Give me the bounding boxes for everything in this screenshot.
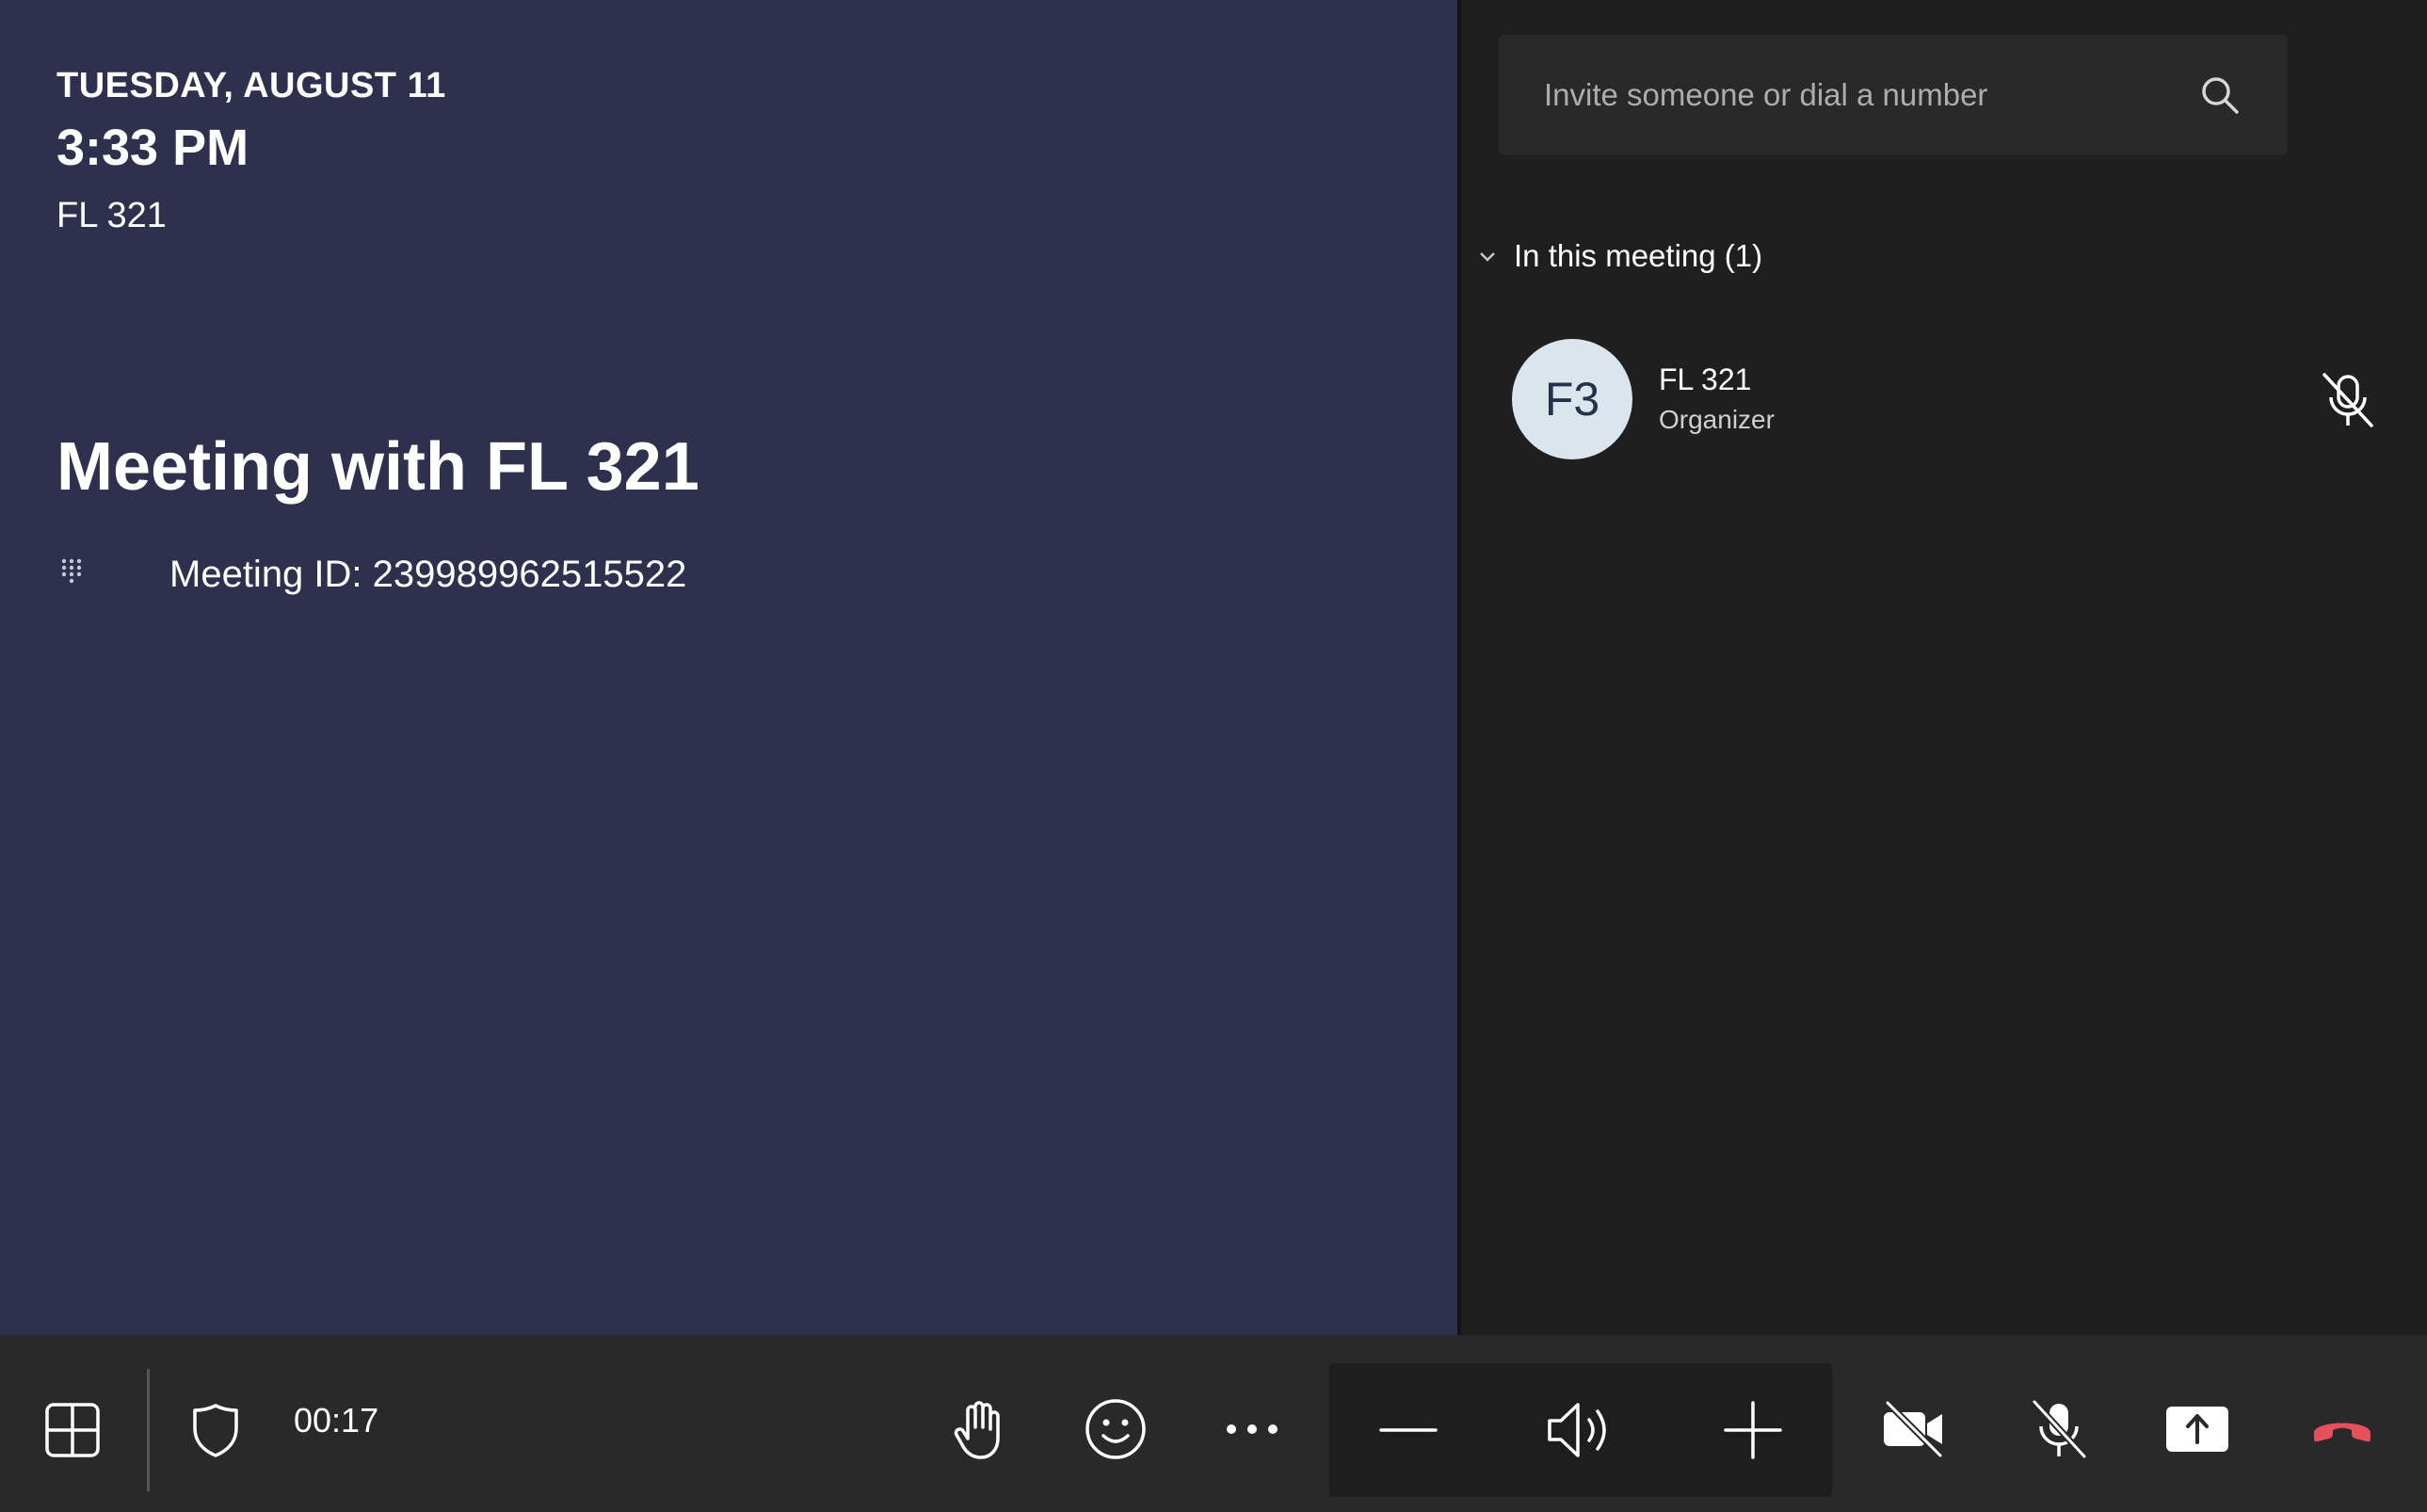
camera-off-icon[interactable] bbox=[1876, 1391, 1952, 1467]
participant-row[interactable]: F3 FL 321 Organizer bbox=[1461, 334, 2427, 466]
invite-search-box bbox=[1499, 35, 2288, 155]
call-toolbar: 00:17 bbox=[0, 1335, 2427, 1512]
chevron-down-icon bbox=[1476, 245, 1499, 267]
layout-grid-icon[interactable] bbox=[38, 1395, 107, 1465]
participant-role: Organizer bbox=[1659, 405, 1775, 434]
invite-search-input[interactable] bbox=[1542, 76, 2192, 114]
in-meeting-section-label: In this meeting (1) bbox=[1514, 238, 1763, 273]
speaker-icon[interactable] bbox=[1542, 1392, 1617, 1468]
more-options-icon[interactable] bbox=[1214, 1391, 1290, 1467]
mic-off-icon bbox=[2314, 366, 2382, 434]
dialpad-icon bbox=[56, 555, 94, 593]
raise-hand-icon[interactable] bbox=[943, 1391, 1019, 1467]
toolbar-divider bbox=[147, 1369, 150, 1491]
avatar: F3 bbox=[1512, 339, 1632, 459]
mic-off-icon[interactable] bbox=[2021, 1391, 2097, 1467]
participant-name: FL 321 bbox=[1659, 362, 1752, 396]
shield-icon[interactable] bbox=[183, 1395, 249, 1465]
search-icon[interactable] bbox=[2192, 67, 2248, 123]
organizer-name: FL 321 bbox=[56, 196, 167, 235]
call-timer: 00:17 bbox=[294, 1401, 379, 1440]
volume-up-icon[interactable] bbox=[1715, 1392, 1791, 1468]
volume-down-icon[interactable] bbox=[1371, 1392, 1446, 1468]
participants-panel: In this meeting (1) F3 FL 321 Organizer bbox=[1461, 0, 2427, 1335]
meeting-id-row: Meeting ID: 239989962515522 bbox=[56, 546, 686, 603]
share-tray-icon[interactable] bbox=[2160, 1391, 2235, 1467]
meeting-time: 3:33 PM bbox=[56, 120, 249, 176]
hang-up-icon[interactable] bbox=[2305, 1391, 2380, 1467]
emoji-icon[interactable] bbox=[1078, 1391, 1153, 1467]
meeting-stage: TUESDAY, AUGUST 11 3:33 PM FL 321 Meetin… bbox=[0, 0, 1457, 1335]
volume-control-group bbox=[1329, 1363, 1832, 1497]
meeting-date: TUESDAY, AUGUST 11 bbox=[56, 66, 446, 105]
meeting-title: Meeting with FL 321 bbox=[56, 429, 699, 505]
in-meeting-section-header[interactable]: In this meeting (1) bbox=[1476, 233, 1762, 280]
meeting-id: Meeting ID: 239989962515522 bbox=[169, 553, 687, 595]
